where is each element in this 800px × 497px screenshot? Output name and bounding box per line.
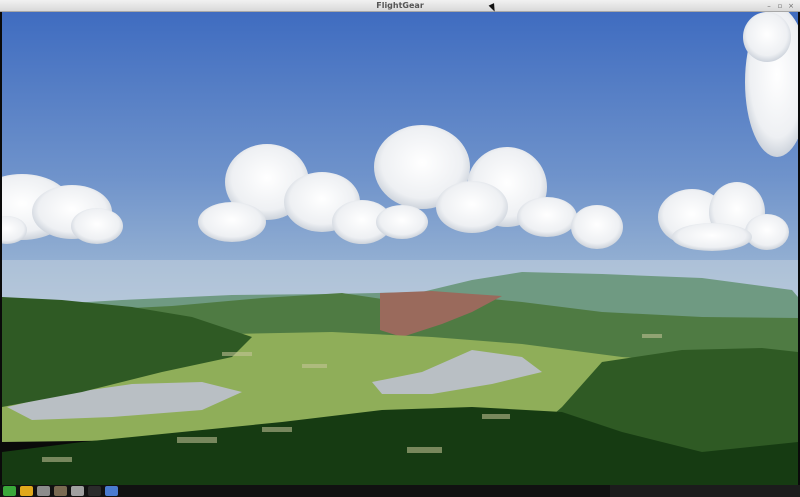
app-icon-photo[interactable]: [37, 486, 50, 496]
scenery-render: [2, 12, 798, 485]
window-titlebar[interactable]: FlightGear – ▫ ×: [0, 0, 800, 12]
window-title: FlightGear: [376, 1, 424, 10]
taskbar-tray: [610, 485, 800, 497]
close-button[interactable]: ×: [786, 0, 796, 12]
app-icon-terminal[interactable]: [88, 486, 101, 496]
maximize-button[interactable]: ▫: [775, 0, 785, 12]
app-icon-folder[interactable]: [71, 486, 84, 496]
taskbar: [0, 485, 800, 497]
minimize-button[interactable]: –: [764, 0, 774, 12]
app-icon-green[interactable]: [3, 486, 16, 496]
app-icon-window[interactable]: [105, 486, 118, 496]
flightgear-3d-viewport[interactable]: [2, 12, 798, 485]
app-icon-files[interactable]: [54, 486, 67, 496]
app-icon-yellow[interactable]: [20, 486, 33, 496]
